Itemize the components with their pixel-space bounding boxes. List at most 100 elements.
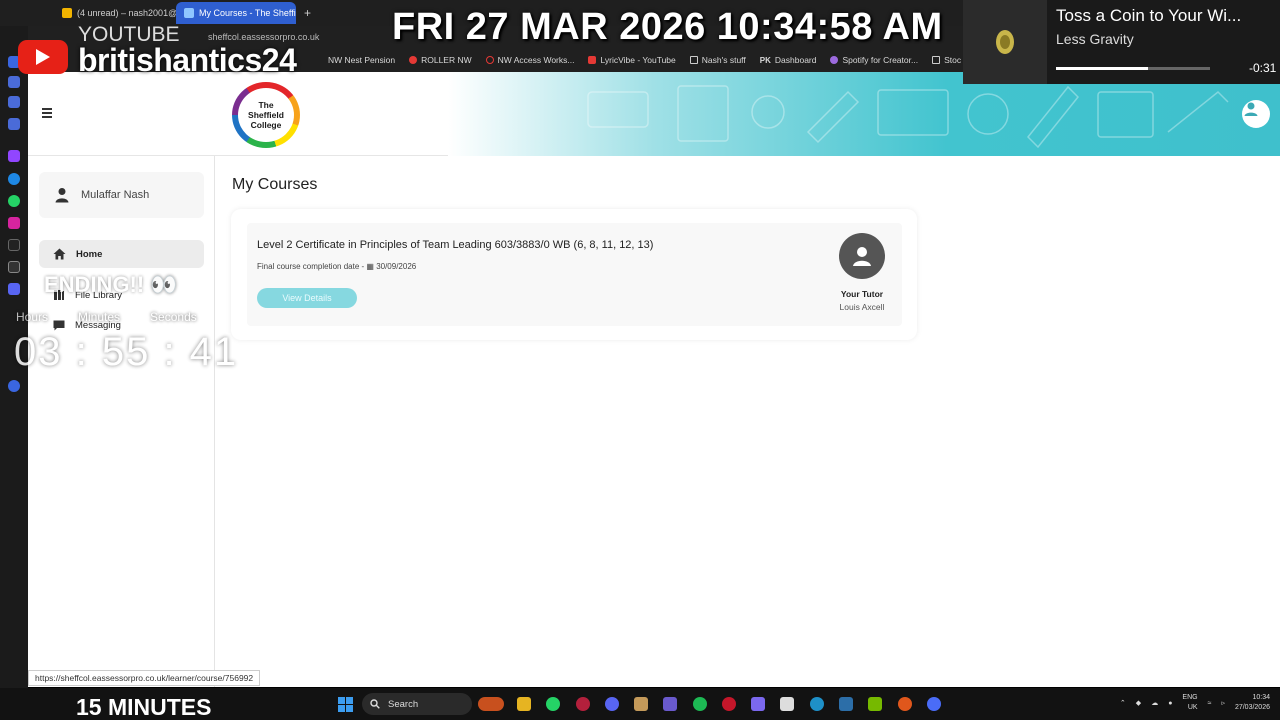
song-artist: Less Gravity: [1056, 31, 1134, 47]
instagram-icon[interactable]: [8, 217, 20, 229]
user-icon: [55, 188, 69, 203]
overlay-datetime: FRI 27 MAR 2026 10:34:58 AM: [392, 6, 943, 48]
status-url: https://sheffcol.eassessorpro.co.uk/lear…: [28, 670, 261, 686]
side-app-icon[interactable]: [8, 118, 20, 130]
opera-icon[interactable]: [576, 697, 590, 711]
tiktok-icon[interactable]: [8, 239, 20, 251]
view-details-button[interactable]: View Details: [257, 288, 357, 308]
search-label: Search: [388, 698, 419, 710]
tutor-avatar: [839, 233, 885, 279]
bookmark-item[interactable]: NW Nest Pension: [328, 55, 395, 65]
user-card[interactable]: Mulaffar Nash: [39, 172, 204, 218]
user-name: Mulaffar Nash: [81, 189, 150, 201]
app-icon[interactable]: [722, 697, 736, 711]
youtube-icon: [588, 56, 597, 64]
zoom-icon[interactable]: [927, 697, 941, 711]
tab-label: My Courses - The Sheffiel: [199, 8, 296, 18]
whatsapp-icon[interactable]: [8, 195, 20, 207]
profile-button[interactable]: [1242, 100, 1270, 128]
app-icon[interactable]: [634, 697, 648, 711]
speaker-icon[interactable]: ▹: [1221, 699, 1225, 707]
app-icon[interactable]: [839, 697, 853, 711]
overlay-ending-text: ENDING!! 👀: [44, 272, 178, 297]
song-progress: [1056, 67, 1210, 70]
bookmark-item[interactable]: PK Dashboard: [760, 55, 817, 65]
language-indicator[interactable]: ENG UK: [1182, 693, 1197, 713]
song-progress-fill: [1056, 67, 1149, 70]
folder-icon: [932, 56, 941, 64]
app-icon[interactable]: [663, 697, 677, 711]
system-tray: ⌃ ◆ ☁ ● ENG UK ≈ ▹ 10:34 27/03/2026: [1120, 693, 1270, 713]
song-time-remaining: -0:31: [1249, 61, 1277, 75]
bookmark-folder[interactable]: Nash's stuff: [689, 55, 746, 65]
side-app-icon[interactable]: [8, 96, 20, 108]
screen: (4 unread) – nash2001@... My Courses - T…: [0, 0, 1280, 720]
bookmark-item[interactable]: ROLLER NW: [409, 55, 472, 65]
doodle-pattern: [587, 85, 1229, 149]
youtube-logo-icon: [18, 40, 68, 74]
sidebar: Mulaffar Nash Home File Library Messagin…: [28, 156, 215, 687]
microphone-icon[interactable]: ●: [1168, 700, 1172, 707]
completion-date: Final course completion date - ▦ 30/09/2…: [257, 262, 417, 271]
overlay-channel-name: britishantics24: [78, 42, 297, 78]
app-icon[interactable]: [898, 697, 912, 711]
file-explorer-icon[interactable]: [517, 697, 531, 711]
taskbar-clock[interactable]: 10:34 27/03/2026: [1235, 693, 1270, 713]
tutor-block: Your Tutor Louis Axcell: [832, 233, 892, 312]
nav-label: Home: [76, 248, 103, 260]
taskbar-search[interactable]: Search: [362, 693, 472, 715]
roller-icon: [409, 56, 418, 64]
twitch-icon[interactable]: [8, 150, 20, 162]
discord-icon[interactable]: [605, 697, 619, 711]
windows-start-icon[interactable]: [338, 697, 353, 712]
tab-my-courses[interactable]: My Courses - The Sheffiel: [176, 2, 296, 24]
nav-item-home[interactable]: Home: [39, 240, 204, 268]
spotify-icon[interactable]: [693, 697, 707, 711]
app-icon[interactable]: [751, 697, 765, 711]
search-icon: [370, 699, 380, 709]
app-icon[interactable]: [780, 697, 794, 711]
side-app-icon[interactable]: [8, 76, 20, 88]
settings-icon[interactable]: [8, 380, 20, 392]
overlay-timer-labels: Hours Minutes Seconds: [16, 310, 197, 324]
messenger-icon[interactable]: [8, 173, 20, 185]
ring-icon: [485, 56, 494, 64]
coin-icon: [996, 30, 1014, 54]
header-banner: [448, 72, 1280, 156]
course-card: Level 2 Certificate in Principles of Tea…: [231, 209, 917, 340]
folder-icon: [689, 56, 698, 64]
x-icon[interactable]: [8, 261, 20, 273]
new-tab-button[interactable]: +: [304, 6, 311, 20]
page-title: My Courses: [232, 176, 318, 193]
wifi-icon[interactable]: ≈: [1208, 700, 1212, 707]
tab-label: (4 unread) – nash2001@...: [77, 8, 176, 18]
bookmark-item[interactable]: NW Access Works...: [485, 55, 574, 65]
pk-icon: PK: [759, 55, 771, 65]
overlay-minutes-banner: 15 MINUTES: [76, 694, 212, 720]
discord-icon[interactable]: [8, 283, 20, 295]
now-playing-widget: Toss a Coin to Your Wi... Less Gravity -…: [963, 0, 1280, 84]
chevron-up-icon[interactable]: ⌃: [1120, 699, 1126, 707]
dropbox-icon[interactable]: ◆: [1136, 699, 1141, 707]
whatsapp-icon[interactable]: [546, 697, 560, 711]
home-icon: [53, 248, 66, 260]
menu-icon[interactable]: [42, 108, 52, 118]
song-title: Toss a Coin to Your Wi...: [1056, 6, 1242, 25]
tutor-label: Your Tutor: [840, 289, 884, 299]
course-card-body: Level 2 Certificate in Principles of Tea…: [247, 223, 902, 326]
bookmark-item[interactable]: Spotify for Creator...: [830, 55, 918, 65]
spotify-creators-icon: [830, 56, 839, 64]
college-logo[interactable]: The Sheffield College: [232, 82, 300, 148]
tab-email[interactable]: (4 unread) – nash2001@...: [54, 2, 176, 24]
nvidia-icon[interactable]: [868, 697, 882, 711]
cloud-icon[interactable]: ☁: [1151, 699, 1158, 707]
bookmark-item[interactable]: LyricVibe - YouTube: [588, 55, 676, 65]
edge-icon[interactable]: [810, 697, 824, 711]
calendar-icon: ▦: [366, 262, 374, 271]
course-title[interactable]: Level 2 Certificate in Principles of Tea…: [257, 239, 653, 251]
bookmark-folder[interactable]: Stoc: [932, 55, 961, 65]
tutor-name: Louis Axcell: [839, 302, 885, 312]
widget-icon[interactable]: [478, 697, 504, 711]
user-icon: [853, 247, 871, 266]
overlay-countdown: 03 : 55 : 41: [14, 330, 239, 374]
